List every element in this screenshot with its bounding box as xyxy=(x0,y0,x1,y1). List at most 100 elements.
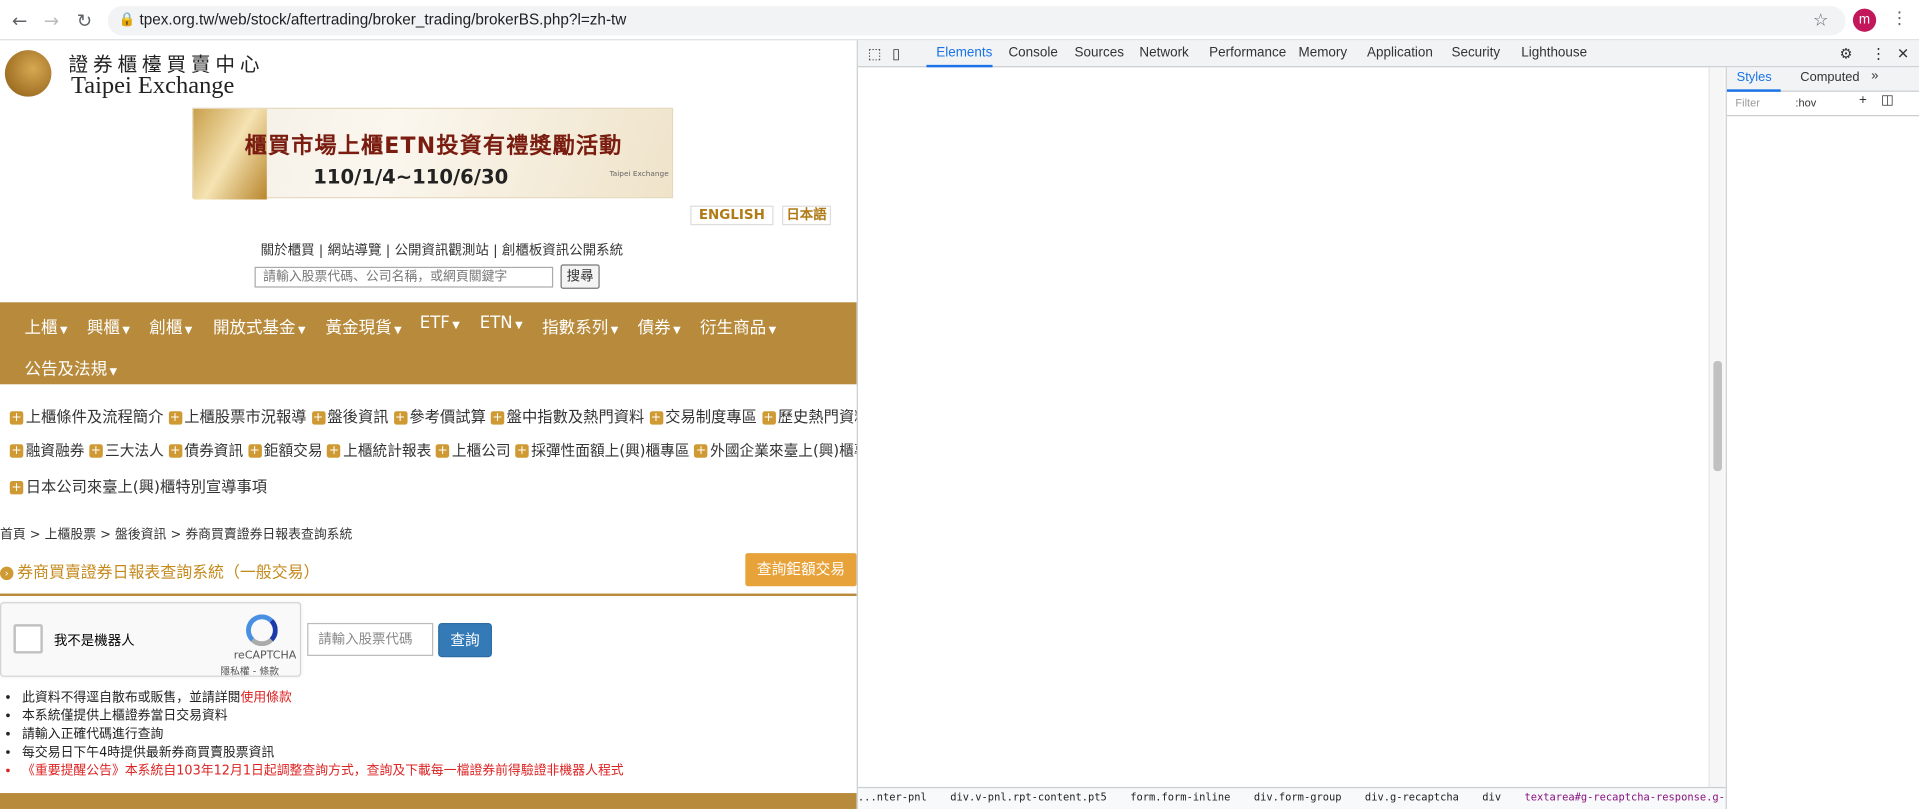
quick-link[interactable]: + 融資融券 xyxy=(9,442,84,459)
recaptcha-logo-icon xyxy=(245,614,278,647)
device-toggle-icon[interactable]: ▯ xyxy=(892,45,900,62)
note-item: 每交易日下午4時提供最新券商買賣股票資訊 xyxy=(22,744,624,762)
quick-link[interactable]: + 日本公司來臺上(興)櫃特別宣導事項 xyxy=(9,477,267,496)
address-bar[interactable]: 🔒 tpex.org.tw/web/stock/aftertrading/bro… xyxy=(107,6,1846,36)
styles-pane: Styles Computed » Filter :hov + ◫ xyxy=(1725,67,1919,809)
reload-icon[interactable]: ↻ xyxy=(73,10,95,32)
lock-icon: 🔒 xyxy=(118,11,136,27)
japanese-button[interactable]: 日本語 xyxy=(782,205,831,226)
note-item: 本系統僅提供上櫃證券當日交易資料 xyxy=(22,707,624,725)
tab-security[interactable]: Security xyxy=(1451,45,1500,60)
quick-link[interactable]: + 三大法人 xyxy=(89,442,164,459)
nav-item[interactable]: ETN ▼ xyxy=(480,313,523,333)
breadcrumb[interactable]: 首頁 > 上櫃股票 > 盤後資訊 > 券商買賣證券日報表查詢系統 xyxy=(0,525,352,543)
query-button[interactable]: 查詢 xyxy=(438,622,492,658)
quick-link[interactable]: + 上櫃統計報表 xyxy=(327,442,431,459)
inspect-icon[interactable]: ⬚ xyxy=(868,45,882,62)
add-rule-icon[interactable]: + xyxy=(1859,94,1867,108)
quick-link[interactable]: + 上櫃公司 xyxy=(435,442,511,459)
divider xyxy=(0,593,857,597)
quick-link[interactable]: + 採彈性面額上(興)櫃專區 xyxy=(515,442,690,459)
more-icon[interactable]: ⋮ xyxy=(1871,45,1886,62)
quick-link[interactable]: + 債券資訊 xyxy=(168,442,244,459)
sidebar-toggle-icon[interactable]: ◫ xyxy=(1881,94,1894,108)
top-links[interactable]: 關於櫃買 | 網站導覽 | 公開資訊觀測站 | 創櫃板資訊公開系統 xyxy=(261,240,623,260)
tab-lighthouse[interactable]: Lighthouse xyxy=(1521,45,1587,60)
banner-title: 櫃買市場上櫃ETN投資有禮獎勵活動 xyxy=(244,133,623,160)
notes-list: 此資料不得逕自散布或販售，並請詳閱使用條款 本系統僅提供上櫃證券當日交易資料 請… xyxy=(22,689,624,781)
dom-crumb[interactable]: div xyxy=(1482,792,1501,804)
forward-icon[interactable]: → xyxy=(40,10,62,32)
tab-application[interactable]: Application xyxy=(1367,45,1433,60)
hov-toggle[interactable]: :hov xyxy=(1795,97,1816,111)
nav-item[interactable]: 興櫃 ▼ xyxy=(87,313,130,338)
dom-crumb[interactable]: form.form-inline xyxy=(1130,792,1230,804)
tab-sources[interactable]: Sources xyxy=(1075,45,1124,60)
styles-filter-bar: Filter :hov + ◫ xyxy=(1726,92,1919,117)
dom-tree[interactable] xyxy=(858,67,1726,787)
dom-crumb[interactable]: div.g-recaptcha xyxy=(1365,792,1459,804)
promo-banner[interactable]: 櫃買市場上櫃ETN投資有禮獎勵活動 110/1/4~110/6/30 Taipe… xyxy=(192,107,674,200)
logo-english[interactable]: Taipei Exchange xyxy=(71,72,234,100)
site-search-input[interactable]: 請輸入股票代碼、公司名稱，或網頁關鍵字 xyxy=(254,266,554,288)
important-notice: 《重要提醒公告》本系統自103年12月1日起調整查詢方式，查詢及下載每一檔證券前… xyxy=(22,762,624,780)
browser-menu-icon[interactable]: ⋮ xyxy=(1891,9,1908,29)
page-title: › 券商買賣證券日報表查詢系統（一般交易） xyxy=(0,559,319,583)
dom-crumb[interactable]: ...nter-pnl xyxy=(858,792,927,804)
bookmark-star-icon[interactable]: ☆ xyxy=(1813,11,1828,31)
tpex-logo-icon[interactable] xyxy=(4,50,52,97)
close-icon[interactable]: ✕ xyxy=(1897,45,1909,62)
quick-links-row1: + 上櫃條件及流程簡介 + 上櫃股票市況報導 + 盤後資訊 + 參考價試算 + 盤中指數及… xyxy=(9,404,857,427)
dom-crumb[interactable]: textarea#g-recaptcha-response.g-recaptch… xyxy=(1524,792,1725,804)
back-icon[interactable]: ← xyxy=(9,10,31,32)
quick-link[interactable]: + 上櫃條件及流程簡介 xyxy=(9,408,163,426)
recaptcha-label: 我不是機器人 xyxy=(53,632,135,649)
english-button[interactable]: ENGLISH xyxy=(690,205,774,226)
block-trade-query-button[interactable]: 查詢鉅額交易 xyxy=(745,553,857,587)
tab-computed[interactable]: Computed xyxy=(1800,70,1859,85)
styles-filter-input[interactable]: Filter xyxy=(1735,97,1759,111)
quick-link[interactable]: + 盤後資訊 xyxy=(311,408,389,426)
nav-item[interactable]: 開放式基金 ▼ xyxy=(213,313,306,338)
quick-link[interactable]: + 盤中指數及熱門資料 xyxy=(490,408,644,426)
tab-styles[interactable]: Styles xyxy=(1737,70,1772,85)
more-tabs-icon[interactable]: » xyxy=(1871,69,1878,84)
quick-link[interactable]: + 交易制度專區 xyxy=(649,408,757,426)
dom-crumb[interactable]: div.v-pnl.rpt-content.pt5 xyxy=(950,792,1107,804)
terms-link[interactable]: 使用條款 xyxy=(240,690,291,705)
nav-item[interactable]: 黃金現貨 ▼ xyxy=(326,313,402,338)
dom-crumb[interactable]: div.form-group xyxy=(1254,792,1342,804)
nav-item[interactable]: 衍生商品 ▼ xyxy=(700,313,776,338)
tab-elements[interactable]: Elements xyxy=(936,45,992,60)
banner-brand: Taipei Exchange xyxy=(609,170,669,179)
nav-item[interactable]: 指數系列 ▼ xyxy=(542,313,618,338)
note-item: 請輸入正確代碼進行查詢 xyxy=(22,726,624,744)
quick-link[interactable]: + 鉅額交易 xyxy=(247,442,323,459)
tab-network[interactable]: Network xyxy=(1139,45,1188,60)
stock-code-input[interactable]: 請輸入股票代碼 xyxy=(307,622,434,656)
dom-scrollbar[interactable] xyxy=(1708,67,1725,787)
quick-link[interactable]: + 上櫃股票市況報導 xyxy=(168,408,307,426)
site-search-button[interactable]: 搜尋 xyxy=(560,264,600,289)
settings-gear-icon[interactable]: ⚙ xyxy=(1839,45,1852,62)
recaptcha-privacy-link[interactable]: 隱私權 - 條款 xyxy=(220,665,279,678)
recaptcha-checkbox[interactable] xyxy=(13,624,43,654)
tab-memory[interactable]: Memory xyxy=(1299,45,1348,60)
quick-link[interactable]: +外國企業來臺上(興)櫃專區 xyxy=(694,442,857,459)
nav-item[interactable]: 公告及法規 ▼ xyxy=(24,355,117,380)
nav-item[interactable]: ETF ▼ xyxy=(420,313,460,333)
profile-avatar[interactable]: m xyxy=(1852,8,1877,32)
quick-link[interactable]: + 參考價試算 xyxy=(393,408,486,426)
devtools-tabs: ⬚ ▯ Elements Console Sources Network Per… xyxy=(857,40,1919,68)
nav-item[interactable]: 債券 ▼ xyxy=(638,313,681,338)
main-nav: 上櫃 ▼ 興櫃 ▼ 創櫃 ▼ 開放式基金 ▼ 黃金現貨 ▼ ETF ▼ ETN ▼ 指數系列 ▼… xyxy=(0,302,857,385)
tab-console[interactable]: Console xyxy=(1008,45,1057,60)
quick-links-row3: + 日本公司來臺上(興)櫃特別宣導事項 xyxy=(9,474,267,497)
devtools-panel: ⬚ ▯ Elements Console Sources Network Per… xyxy=(856,40,1919,809)
tab-performance[interactable]: Performance xyxy=(1209,45,1286,60)
nav-item[interactable]: 創櫃 ▼ xyxy=(149,313,192,338)
scroll-thumb[interactable] xyxy=(1713,361,1722,472)
quick-link[interactable]: +歷史熱門資料 xyxy=(761,408,857,426)
styles-tabs: Styles Computed » xyxy=(1726,67,1919,92)
nav-item[interactable]: 上櫃 ▼ xyxy=(24,313,67,338)
